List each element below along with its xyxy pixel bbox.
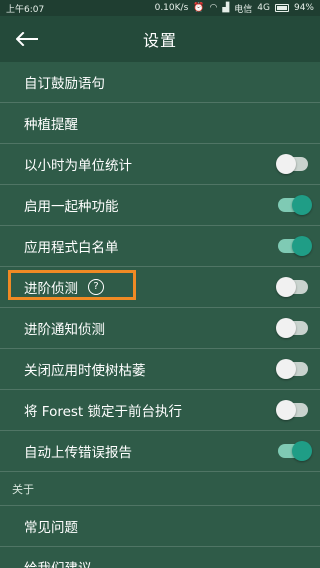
toggle-switch[interactable] xyxy=(278,236,312,256)
setting-label: 关闭应用时使树枯萎 xyxy=(24,363,146,379)
status-time: 上午6:07 xyxy=(6,4,45,15)
status-battery: 94% xyxy=(293,3,314,13)
signal-icon: ▟ xyxy=(222,2,230,13)
setting-auto-error-report: 自动上传错误报告 xyxy=(0,431,320,472)
toggle-switch[interactable] xyxy=(276,154,308,174)
toggle-switch[interactable] xyxy=(276,277,308,297)
help-icon[interactable]: ? xyxy=(88,279,104,295)
setting-label: 启用一起种功能 xyxy=(24,199,119,215)
setting-label: 以小时为单位统计 xyxy=(24,158,132,174)
toggle-switch[interactable] xyxy=(278,441,312,461)
setting-app-whitelist: 应用程式白名单 xyxy=(0,226,320,267)
toggle-switch[interactable] xyxy=(276,400,308,420)
section-header-about: 关于 xyxy=(0,472,320,506)
top-app-bar: 设置 xyxy=(0,16,320,62)
page-title: 设置 xyxy=(142,31,177,50)
setting-plant-together: 启用一起种功能 xyxy=(0,185,320,226)
wifi-icon: ◠ xyxy=(209,2,218,13)
setting-label: 给我们建议 xyxy=(24,557,92,568)
setting-label-group: 进阶侦测 ? xyxy=(24,277,104,297)
setting-label: 自动上传错误报告 xyxy=(24,445,132,461)
toggle-switch[interactable] xyxy=(276,359,308,379)
back-arrow-icon[interactable] xyxy=(14,26,40,52)
setting-advanced-notification-detection: 进阶通知侦测 xyxy=(0,308,320,349)
setting-label: 进阶侦测 xyxy=(24,281,78,297)
toggle-switch[interactable] xyxy=(276,318,308,338)
setting-lock-foreground: 将 Forest 锁定于前台执行 xyxy=(0,390,320,431)
status-right: 0.10K/s ⏰ ◠ ▟ 电信 4G 94% xyxy=(155,2,314,15)
about-feedback[interactable]: 给我们建议 xyxy=(0,547,320,568)
setting-label: 将 Forest 锁定于前台执行 xyxy=(24,404,183,420)
setting-wither-tree: 关闭应用时使树枯萎 xyxy=(0,349,320,390)
alarm-icon: ⏰ xyxy=(193,2,205,13)
setting-label: 种植提醒 xyxy=(24,117,78,133)
setting-hour-stats: 以小时为单位统计 xyxy=(0,144,320,185)
setting-label: 应用程式白名单 xyxy=(24,240,119,256)
setting-label: 自订鼓励语句 xyxy=(24,76,105,92)
settings-list: 自订鼓励语句 种植提醒 以小时为单位统计 启用一起种功能 应用程式白名单 进阶侦… xyxy=(0,62,320,568)
about-faq[interactable]: 常见问题 xyxy=(0,506,320,547)
setting-advanced-detection: 进阶侦测 ? xyxy=(0,267,320,308)
setting-label: 进阶通知侦测 xyxy=(24,322,105,338)
setting-label: 常见问题 xyxy=(24,520,78,536)
toggle-switch[interactable] xyxy=(278,195,312,215)
status-bar: 上午6:07 0.10K/s ⏰ ◠ ▟ 电信 4G 94% xyxy=(0,0,320,16)
status-speed: 0.10K/s xyxy=(154,3,189,13)
status-carrier: 电信 xyxy=(234,4,253,15)
setting-custom-encouragement[interactable]: 自订鼓励语句 xyxy=(0,62,320,103)
battery-icon xyxy=(274,4,289,12)
setting-planting-reminder[interactable]: 种植提醒 xyxy=(0,103,320,144)
status-network: 4G xyxy=(257,3,270,13)
